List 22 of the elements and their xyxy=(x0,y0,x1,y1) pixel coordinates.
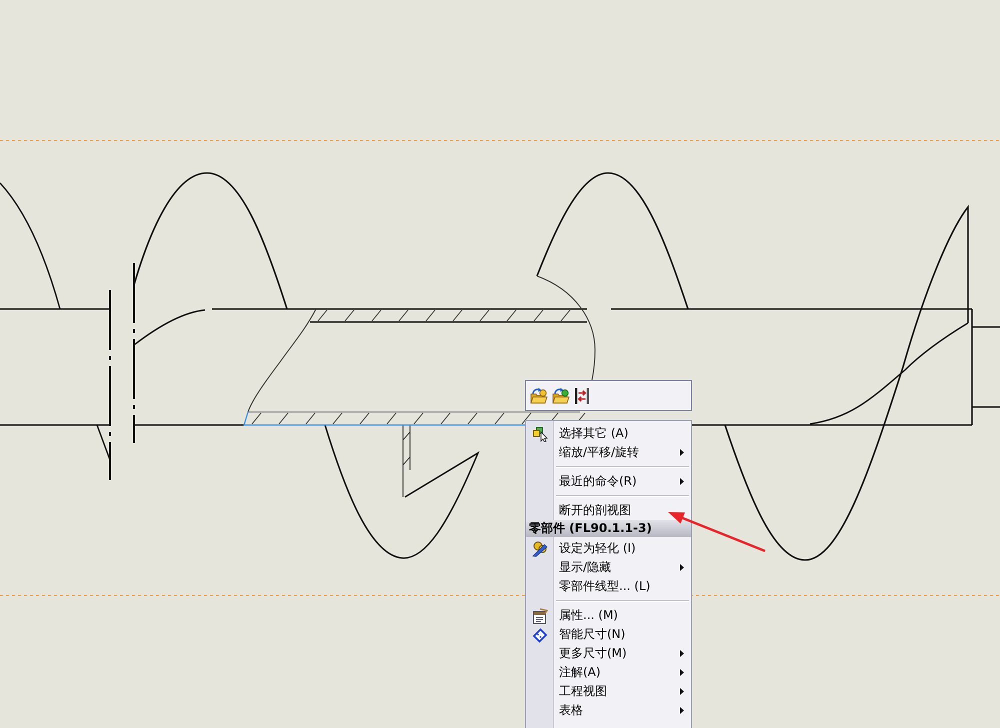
swap-arrows-icon[interactable] xyxy=(574,386,590,404)
folder-arrow-icon[interactable] xyxy=(552,386,570,404)
menu-item[interactable]: 最近的命令(R) xyxy=(526,472,691,491)
menu-item[interactable]: 缩放/平移/旋转 xyxy=(526,443,691,462)
cursor-squares-icon xyxy=(532,426,548,442)
menu-item[interactable]: 属性... (M) xyxy=(526,606,691,625)
tilted-ruler-icon xyxy=(532,626,548,642)
document-icon xyxy=(532,608,548,624)
menu-item[interactable]: 注解(A) xyxy=(526,663,691,682)
menu-item[interactable]: 断开的剖视图 xyxy=(526,501,691,520)
menu-item[interactable]: 智能尺寸(N) xyxy=(526,625,691,644)
menu-item[interactable]: 更多尺寸(M) xyxy=(526,644,691,663)
folder-arrow-icon[interactable] xyxy=(530,386,548,404)
helix-curve xyxy=(96,424,111,460)
menu-item[interactable]: 设定为轻化 (I) xyxy=(526,539,691,558)
menu-item[interactable]: 表格 xyxy=(526,701,691,720)
menu-item[interactable]: 工程视图 xyxy=(526,682,691,701)
menu-item[interactable]: 显示/隐藏 xyxy=(526,558,691,577)
menu-section-header: 零部件 (FL90.1.1-3) xyxy=(526,520,691,537)
gear-feather-icon xyxy=(532,540,548,556)
menu-item[interactable]: 选择其它 (A) xyxy=(526,424,691,443)
menu-item[interactable]: 零部件线型... (L) xyxy=(526,577,691,596)
